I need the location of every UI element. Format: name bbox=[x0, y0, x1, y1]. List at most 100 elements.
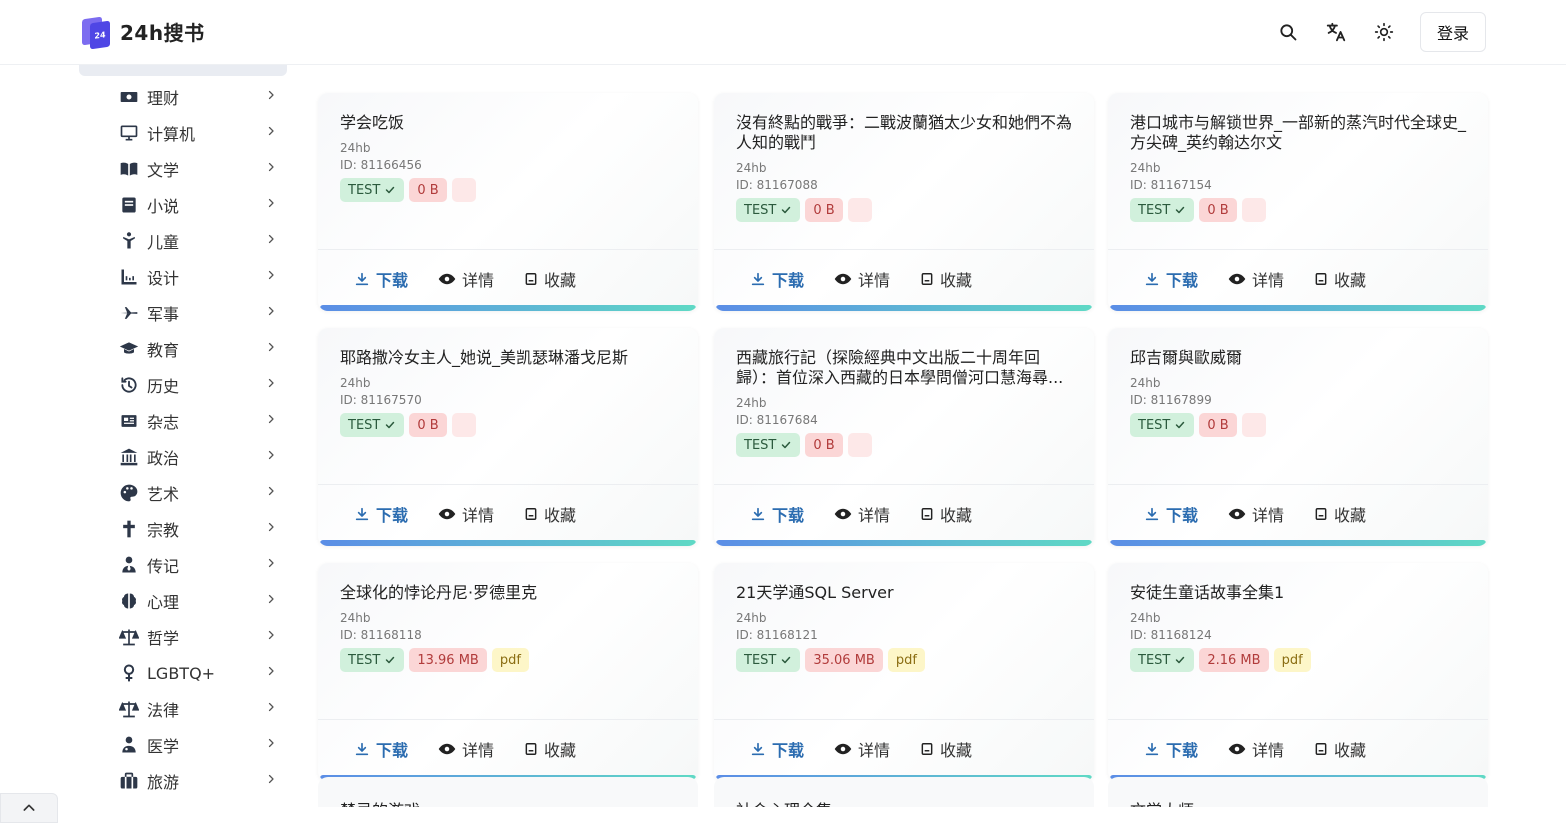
book-card[interactable]: 邱吉爾與歐威爾 24hb ID: 81167899 TEST 0 B 下载 详情 bbox=[1108, 328, 1488, 546]
sidebar-item[interactable]: LGBTQ+ bbox=[79, 655, 287, 691]
language-button[interactable] bbox=[1312, 12, 1360, 52]
file-size-badge: 0 B bbox=[409, 413, 447, 437]
book-card[interactable]: 21天学通SQL Server 24hb ID: 81168121 TEST 3… bbox=[714, 563, 1094, 781]
book-id: ID: 81167154 bbox=[1130, 178, 1212, 192]
sidebar-item[interactable]: 历史 bbox=[79, 367, 287, 403]
book-card[interactable]: 安徒生童话故事全集1 24hb ID: 81168124 TEST 2.16 M… bbox=[1108, 563, 1488, 781]
chevron-up-icon bbox=[23, 804, 35, 811]
book-title[interactable]: 港口城市与解锁世界_一部新的蒸汽时代全球史_方尖碑_英约翰达尔文 bbox=[1130, 113, 1470, 153]
book-card[interactable]: 全球化的悖论丹尼·罗德里克 24hb ID: 81168118 TEST 13.… bbox=[318, 563, 698, 781]
sidebar-item-label: 传记 bbox=[147, 557, 180, 576]
login-button[interactable]: 登录 bbox=[1420, 12, 1486, 52]
download-icon bbox=[355, 272, 369, 286]
sidebar-item[interactable]: 宗教 bbox=[79, 511, 287, 547]
test-badge: TEST bbox=[736, 433, 801, 457]
book-title[interactable]: 21天学通SQL Server bbox=[736, 583, 1076, 603]
sidebar-item[interactable]: 传记 bbox=[79, 547, 287, 583]
book-card[interactable]: 禁忌的游戏 bbox=[318, 777, 698, 807]
details-button[interactable]: 详情 bbox=[1228, 267, 1284, 291]
favorite-button[interactable]: 收藏 bbox=[920, 737, 972, 761]
download-button[interactable]: 下载 bbox=[354, 737, 408, 761]
chevron-right-icon bbox=[265, 521, 277, 537]
download-button[interactable]: 下载 bbox=[1144, 502, 1198, 526]
sidebar-item[interactable]: 军事 bbox=[79, 295, 287, 331]
book-title[interactable]: 禁忌的游戏 bbox=[340, 797, 420, 807]
book-card[interactable]: 西藏旅行記（探險經典中文出版二十周年回歸）：首位深入西藏的日本學問僧河口慧海尋.… bbox=[714, 328, 1094, 546]
favorite-button[interactable]: 收藏 bbox=[524, 502, 576, 526]
download-button[interactable]: 下载 bbox=[1144, 267, 1198, 291]
details-button[interactable]: 详情 bbox=[438, 267, 494, 291]
book-card[interactable]: 港口城市与解锁世界_一部新的蒸汽时代全球史_方尖碑_英约翰达尔文 24hb ID… bbox=[1108, 93, 1488, 311]
favorite-button[interactable]: 收藏 bbox=[1314, 502, 1366, 526]
download-button[interactable]: 下载 bbox=[750, 502, 804, 526]
book-open-icon bbox=[119, 159, 139, 179]
sidebar-item[interactable]: 教育 bbox=[79, 331, 287, 367]
book-title[interactable]: 社会心理全集 bbox=[736, 797, 832, 807]
download-button[interactable]: 下载 bbox=[354, 267, 408, 291]
book-title[interactable]: 学会吃饭 bbox=[340, 113, 680, 133]
sidebar-item-label: 宗教 bbox=[147, 521, 180, 540]
favorite-button[interactable]: 收藏 bbox=[1314, 267, 1366, 291]
palette-icon bbox=[119, 483, 139, 503]
download-button[interactable]: 下载 bbox=[750, 737, 804, 761]
divider bbox=[714, 484, 1094, 485]
details-button[interactable]: 详情 bbox=[834, 737, 890, 761]
book-title[interactable]: 西藏旅行記（探險經典中文出版二十周年回歸）：首位深入西藏的日本學問僧河口慧海尋.… bbox=[736, 348, 1076, 388]
book-id: ID: 81167570 bbox=[340, 393, 422, 407]
favorite-button[interactable]: 收藏 bbox=[524, 267, 576, 291]
download-button[interactable]: 下载 bbox=[354, 502, 408, 526]
sidebar-item[interactable]: 计算机 bbox=[79, 115, 287, 151]
book-card[interactable]: 社会心理全集 bbox=[714, 777, 1094, 807]
favorite-button[interactable]: 收藏 bbox=[920, 267, 972, 291]
test-badge: TEST bbox=[736, 648, 801, 672]
graduation-cap-icon bbox=[119, 339, 139, 359]
book-title[interactable]: 沒有終點的戰爭：二戰波蘭猶太少女和她們不為人知的戰鬥 bbox=[736, 113, 1076, 153]
book-source: 24hb bbox=[1130, 611, 1161, 625]
sidebar-item[interactable]: 理财 bbox=[79, 79, 287, 115]
details-button[interactable]: 详情 bbox=[438, 737, 494, 761]
book-card[interactable]: 文学大师 bbox=[1108, 777, 1488, 807]
favorite-button[interactable]: 收藏 bbox=[1314, 737, 1366, 761]
sidebar-item[interactable]: 医学 bbox=[79, 727, 287, 763]
sidebar-item[interactable]: 儿童 bbox=[79, 223, 287, 259]
sidebar-item[interactable]: 心理 bbox=[79, 583, 287, 619]
theme-toggle-button[interactable] bbox=[1360, 12, 1408, 52]
book-card[interactable]: 沒有終點的戰爭：二戰波蘭猶太少女和她們不為人知的戰鬥 24hb ID: 8116… bbox=[714, 93, 1094, 311]
download-button[interactable]: 下载 bbox=[1144, 737, 1198, 761]
details-button[interactable]: 详情 bbox=[834, 502, 890, 526]
tag-row: TEST 2.16 MB pdf bbox=[1130, 648, 1311, 672]
sidebar-item[interactable]: 法律 bbox=[79, 691, 287, 727]
book-card[interactable]: 耶路撒冷女主人_她说_美凯瑟琳潘戈尼斯 24hb ID: 81167570 TE… bbox=[318, 328, 698, 546]
test-badge: TEST bbox=[1130, 413, 1195, 437]
book-title[interactable]: 全球化的悖论丹尼·罗德里克 bbox=[340, 583, 680, 603]
sidebar-item[interactable]: 旅游 bbox=[79, 763, 287, 799]
brain-icon bbox=[119, 591, 139, 611]
sidebar-item[interactable]: 政治 bbox=[79, 439, 287, 475]
top-header: 24 24h搜书 登录 bbox=[0, 0, 1566, 65]
details-button[interactable]: 详情 bbox=[1228, 737, 1284, 761]
download-button[interactable]: 下载 bbox=[750, 267, 804, 291]
favorite-button[interactable]: 收藏 bbox=[920, 502, 972, 526]
sidebar-item[interactable]: 小说 bbox=[79, 187, 287, 223]
book-title[interactable]: 安徒生童话故事全集1 bbox=[1130, 583, 1470, 603]
book-source: 24hb bbox=[340, 141, 371, 155]
search-button[interactable] bbox=[1264, 12, 1312, 52]
sidebar-item[interactable]: 文学 bbox=[79, 151, 287, 187]
download-icon bbox=[355, 742, 369, 756]
sidebar-item[interactable]: 设计 bbox=[79, 259, 287, 295]
sidebar-item[interactable]: 哲学 bbox=[79, 619, 287, 655]
site-logo[interactable]: 24 24h搜书 bbox=[80, 14, 205, 50]
details-button[interactable]: 详情 bbox=[1228, 502, 1284, 526]
book-title[interactable]: 邱吉爾與歐威爾 bbox=[1130, 348, 1470, 368]
check-icon bbox=[782, 206, 791, 214]
book-card[interactable]: 学会吃饭 24hb ID: 81166456 TEST 0 B 下载 详情 收藏 bbox=[318, 93, 698, 311]
details-button[interactable]: 详情 bbox=[438, 502, 494, 526]
favorite-button[interactable]: 收藏 bbox=[524, 737, 576, 761]
book-title[interactable]: 耶路撒冷女主人_她说_美凯瑟琳潘戈尼斯 bbox=[340, 348, 680, 368]
site-title: 24h搜书 bbox=[120, 20, 205, 45]
sidebar-item[interactable]: 杂志 bbox=[79, 403, 287, 439]
sidebar-item[interactable]: 艺术 bbox=[79, 475, 287, 511]
book-title[interactable]: 文学大师 bbox=[1130, 797, 1194, 807]
back-to-top-button[interactable] bbox=[0, 793, 58, 823]
details-button[interactable]: 详情 bbox=[834, 267, 890, 291]
